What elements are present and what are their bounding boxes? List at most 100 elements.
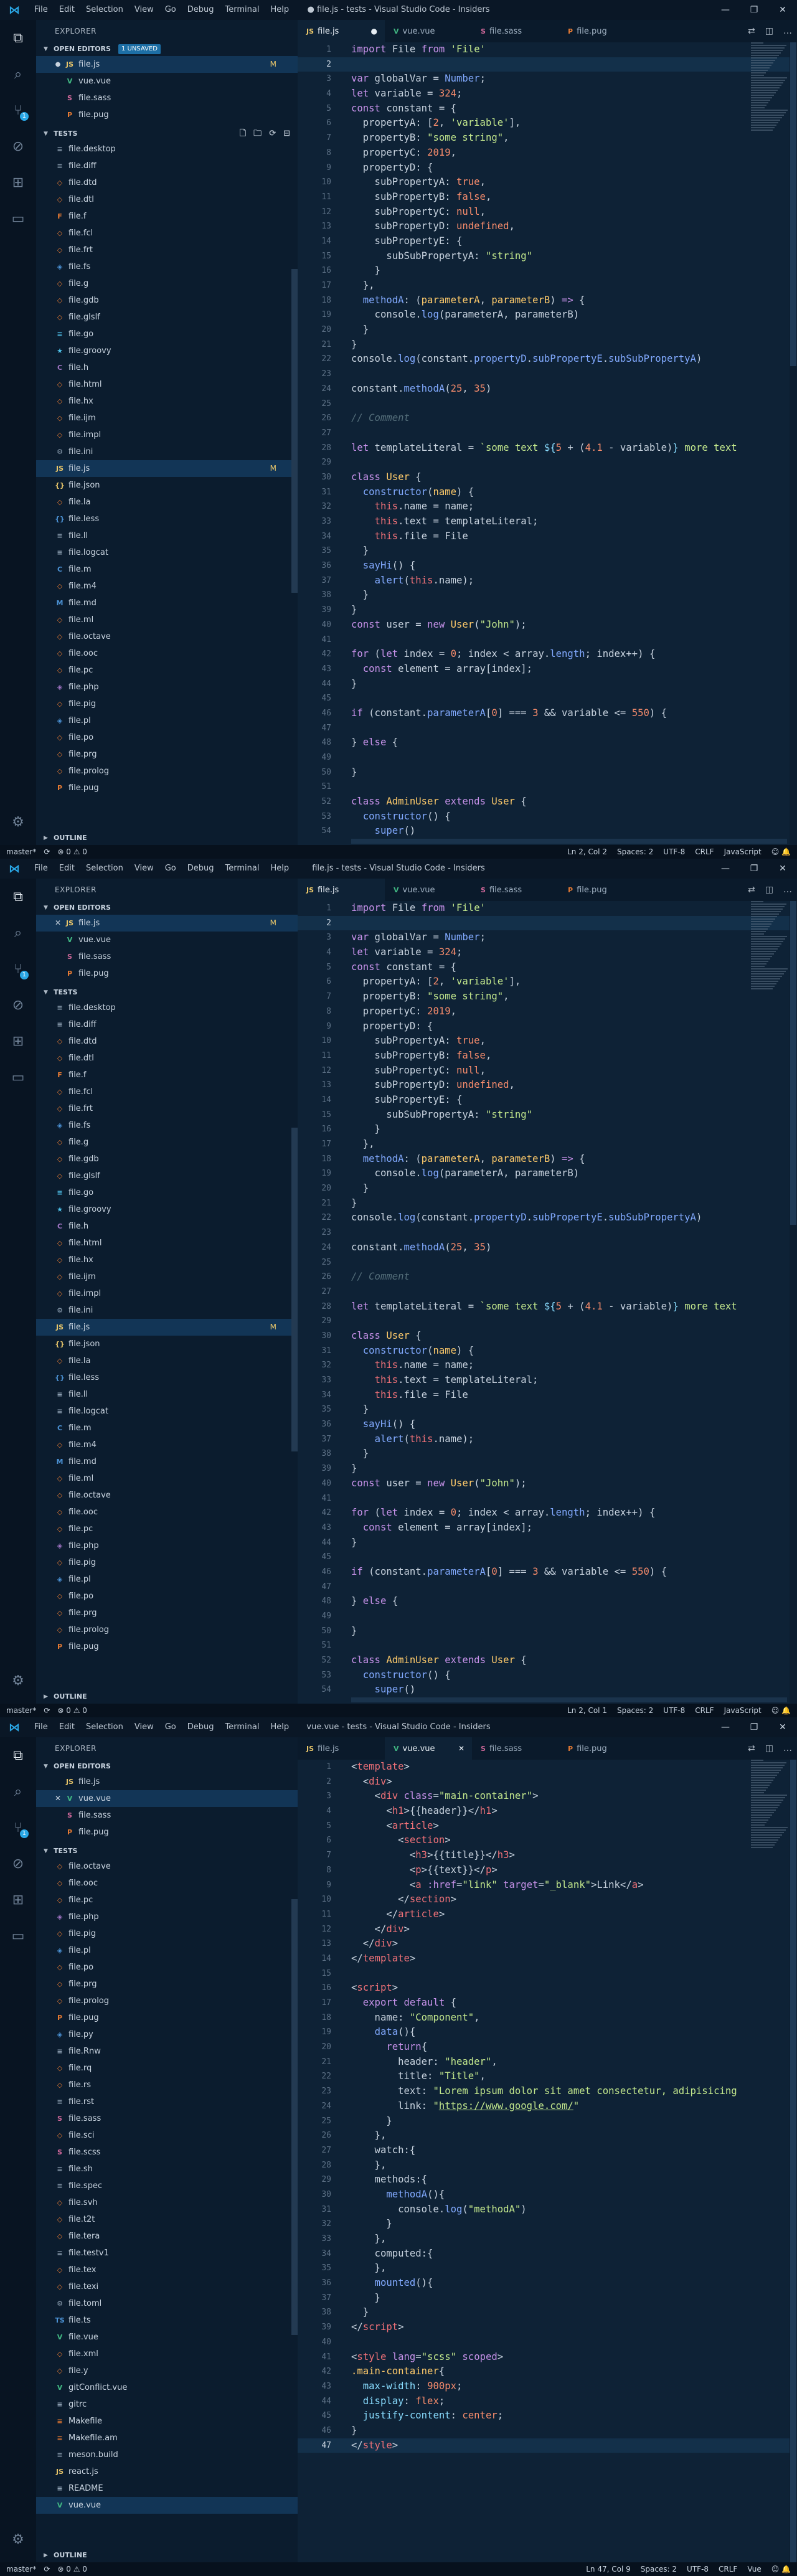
minimap[interactable] [751, 1760, 788, 1859]
new-file-icon[interactable]: 🗋 [240, 127, 246, 141]
menu-item-go[interactable]: Go [159, 859, 182, 879]
close-icon[interactable]: ✕ [768, 1717, 797, 1737]
extensions-icon[interactable]: ⊞ [0, 164, 36, 201]
problems-count[interactable]: ⊗ 0 ⚠ 0 [57, 1706, 87, 1715]
file-tree-item[interactable]: ◇ file.la [36, 1352, 298, 1369]
open-editor-item[interactable]: Sfile.sass [36, 948, 298, 965]
file-tree-item[interactable]: ◇ file.g [36, 1134, 298, 1151]
tab-file-sass[interactable]: Sfile.sass [472, 1737, 559, 1760]
file-tree-item[interactable]: ◇ file.glslf [36, 309, 298, 326]
file-tree-item[interactable]: ⚙ file.ini [36, 1302, 298, 1319]
encoding[interactable]: UTF-8 [663, 1706, 685, 1715]
file-tree-item[interactable]: ◇ file.html [36, 376, 298, 393]
file-tree-item[interactable]: ◇ file.ijm [36, 1268, 298, 1285]
extensions-icon[interactable]: ⊞ [0, 1882, 36, 1918]
outline-header[interactable]: ▶ OUTLINE [36, 831, 298, 845]
file-tree-item[interactable]: ◇ file.frt [36, 242, 298, 258]
file-tree-item[interactable]: {} file.less [36, 1369, 298, 1386]
indentation[interactable]: Spaces: 2 [617, 847, 653, 856]
menu-item-file[interactable]: File [29, 859, 54, 879]
menu-item-file[interactable]: File [29, 1717, 54, 1737]
file-tree-item[interactable]: ◈ file.pl [36, 712, 298, 729]
menu-item-selection[interactable]: Selection [80, 0, 129, 20]
file-tree-item[interactable]: ◇ file.glslf [36, 1168, 298, 1184]
file-tree-item[interactable]: ◇ file.dtd [36, 174, 298, 191]
file-tree-item[interactable]: ◇ file.pig [36, 1925, 298, 1942]
editor-scrollbar[interactable] [790, 42, 797, 845]
menu-item-edit[interactable]: Edit [54, 859, 80, 879]
tab-file-js[interactable]: JS file.js [298, 879, 385, 901]
tests-folder-header[interactable]: ▼ TESTS [36, 986, 298, 999]
file-tree-item[interactable]: ◇ file.m4 [36, 578, 298, 595]
indentation[interactable]: Spaces: 2 [617, 1706, 653, 1715]
file-tree-item[interactable]: ◈ file.pl [36, 1571, 298, 1588]
file-tree-item[interactable]: Sfile.scss [36, 2144, 298, 2161]
tab-vue-vue[interactable]: Vvue.vue [385, 879, 472, 901]
file-tree-item[interactable]: ◇ file.ijm [36, 410, 298, 427]
more-actions-icon[interactable]: … [783, 1743, 792, 1753]
open-editor-item[interactable]: Pfile.pug [36, 965, 298, 982]
file-tree-item[interactable]: Cfile.h [36, 359, 298, 376]
file-tree-item[interactable]: ◇ file.prg [36, 1976, 298, 1993]
file-tree-item[interactable]: ◇ file.octave [36, 628, 298, 645]
file-tree-item[interactable]: ◇ file.po [36, 1588, 298, 1605]
menu-item-edit[interactable]: Edit [54, 1717, 80, 1737]
file-tree-item[interactable]: ≡ file.testv1 [36, 2245, 298, 2262]
source-control-icon[interactable]: ⑂ 1 [0, 951, 36, 987]
tests-folder-header[interactable]: ▼ TESTS [36, 1844, 298, 1858]
file-tree-item[interactable]: ◇ file.prg [36, 1605, 298, 1621]
line-ending[interactable]: CRLF [695, 1706, 714, 1715]
file-tree-item[interactable]: ◇ file.pc [36, 1892, 298, 1908]
file-tree-item[interactable]: ⚙ file.toml [36, 2295, 298, 2312]
feedback-icon[interactable]: ☺ 🔔 [771, 2565, 791, 2574]
file-tree-item[interactable]: ◇ file.tex [36, 2262, 298, 2278]
search-icon[interactable]: ⌕ [0, 915, 36, 951]
files-icon[interactable]: ⧉ [0, 1737, 36, 1773]
file-tree-item[interactable]: Cfile.m [36, 561, 298, 578]
file-tree-item[interactable]: ◇ file.dtl [36, 191, 298, 208]
menu-item-terminal[interactable]: Terminal [220, 1717, 265, 1737]
file-tree-item[interactable]: ⚙ file.ini [36, 443, 298, 460]
settings-gear-icon[interactable]: ⚙ [0, 2521, 36, 2557]
close-icon[interactable]: ✕ [768, 859, 797, 879]
open-changes-icon[interactable]: ⇄ [748, 885, 755, 895]
menu-item-view[interactable]: View [129, 1717, 159, 1737]
open-editor-item[interactable]: ● JS file.js M [36, 56, 298, 73]
encoding[interactable]: UTF-8 [687, 2565, 709, 2574]
file-tree-item[interactable]: ◇ file.gdb [36, 1151, 298, 1168]
file-tree-item[interactable]: ≡ file.rst [36, 2093, 298, 2110]
source-control-icon[interactable]: ⑂ 1 [0, 1809, 36, 1846]
sidebar-scrollbar[interactable] [291, 1128, 298, 1451]
minimap[interactable] [751, 901, 788, 1001]
code-editor[interactable]: 1 import File from 'File' 2 3 var globalVar … [298, 901, 797, 1704]
file-tree-item[interactable]: ◇ file.fcl [36, 225, 298, 242]
file-tree-item[interactable]: ◇ file.dtd [36, 1033, 298, 1050]
file-tree-item[interactable]: {} file.less [36, 511, 298, 527]
files-icon[interactable]: ⧉ [0, 879, 36, 915]
unsaved-dot-icon[interactable]: ● [371, 27, 377, 35]
file-tree-item[interactable]: Pfile.pug [36, 780, 298, 796]
files-icon[interactable]: ⧉ [0, 20, 36, 56]
file-tree-item[interactable]: Cfile.m [36, 1420, 298, 1437]
menu-item-selection[interactable]: Selection [80, 859, 129, 879]
cursor-position[interactable]: Ln 2, Col 1 [567, 1706, 607, 1715]
menu-item-help[interactable]: Help [265, 1717, 295, 1737]
file-tree-item[interactable]: ≡ file.diff [36, 158, 298, 174]
restore-icon[interactable]: ❐ [740, 859, 768, 879]
tab-file-sass[interactable]: Sfile.sass [472, 20, 559, 42]
file-tree-item[interactable]: Ffile.f [36, 1067, 298, 1083]
file-tree-item[interactable]: ◇ file.prolog [36, 1993, 298, 2009]
debug-icon[interactable]: ⊘ [0, 128, 36, 164]
remote-explorer-icon[interactable]: ▭ [0, 201, 36, 237]
file-tree-item[interactable]: ≡ file.logcat [36, 544, 298, 561]
tab-file-js[interactable]: JS file.js ● [298, 20, 385, 42]
file-tree-item[interactable]: ◇ file.pig [36, 1554, 298, 1571]
file-tree-item[interactable]: ◇ file.y [36, 2362, 298, 2379]
menu-item-edit[interactable]: Edit [54, 0, 80, 20]
menu-item-go[interactable]: Go [159, 1717, 182, 1737]
file-tree-item[interactable]: ◇ file.ml [36, 611, 298, 628]
file-tree-item[interactable]: ◇ file.pig [36, 696, 298, 712]
file-tree-item[interactable]: JS react.js [36, 2463, 298, 2480]
file-tree-item[interactable]: Cfile.h [36, 1218, 298, 1235]
file-tree-item[interactable]: ≡ file.ll [36, 1386, 298, 1403]
